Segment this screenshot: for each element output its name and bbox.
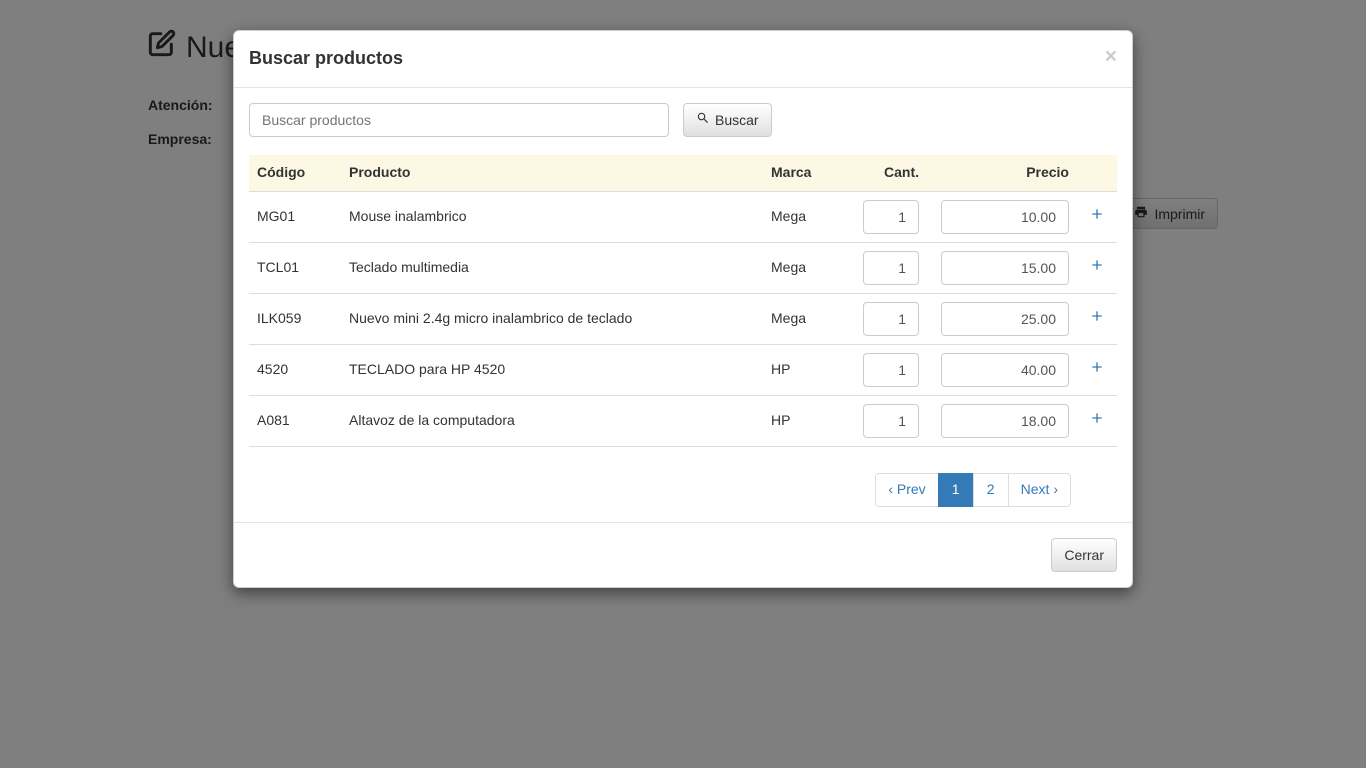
add-product-button[interactable]: [1085, 206, 1109, 228]
modal-footer: Cerrar: [234, 522, 1132, 587]
close-icon[interactable]: ×: [1105, 46, 1117, 67]
th-product: Producto: [341, 155, 763, 191]
add-product-button[interactable]: [1085, 308, 1109, 330]
add-product-button[interactable]: [1085, 359, 1109, 381]
cell-brand: Mega: [763, 293, 847, 344]
cell-product: Nuevo mini 2.4g micro inalambrico de tec…: [341, 293, 763, 344]
cell-code: A081: [249, 395, 341, 446]
search-row: Buscar: [249, 103, 1117, 137]
quantity-input[interactable]: [863, 251, 919, 285]
cell-brand: Mega: [763, 242, 847, 293]
price-input[interactable]: [941, 353, 1069, 387]
th-price: Precio: [927, 155, 1077, 191]
price-input[interactable]: [941, 302, 1069, 336]
quantity-input[interactable]: [863, 200, 919, 234]
quantity-input[interactable]: [863, 353, 919, 387]
modal-dialog: Buscar productos × Buscar Código Product…: [233, 30, 1133, 588]
page-active[interactable]: 1: [938, 473, 974, 507]
table-row: MG01Mouse inalambricoMega: [249, 191, 1117, 242]
quantity-input[interactable]: [863, 404, 919, 438]
modal-body: Buscar Código Producto Marca Cant. Preci…: [234, 88, 1132, 522]
cell-code: MG01: [249, 191, 341, 242]
plus-icon: [1089, 257, 1105, 278]
cell-product: Altavoz de la computadora: [341, 395, 763, 446]
pagination: ‹ Prev12Next ›: [249, 473, 1117, 507]
cell-code: ILK059: [249, 293, 341, 344]
page-next[interactable]: Next ›: [1008, 473, 1071, 507]
table-row: 4520TECLADO para HP 4520HP: [249, 344, 1117, 395]
products-table: Código Producto Marca Cant. Precio MG01M…: [249, 155, 1117, 447]
cell-product: Teclado multimedia: [341, 242, 763, 293]
cell-product: TECLADO para HP 4520: [341, 344, 763, 395]
search-icon: [696, 111, 710, 128]
modal-header: Buscar productos ×: [234, 31, 1132, 88]
th-brand: Marca: [763, 155, 847, 191]
modal-title: Buscar productos: [249, 46, 1117, 72]
search-button-label: Buscar: [715, 112, 759, 128]
plus-icon: [1089, 410, 1105, 431]
page-2[interactable]: 2: [973, 473, 1009, 507]
search-button[interactable]: Buscar: [683, 103, 772, 137]
close-button[interactable]: Cerrar: [1051, 538, 1117, 572]
cell-code: 4520: [249, 344, 341, 395]
cell-brand: Mega: [763, 191, 847, 242]
add-product-button[interactable]: [1085, 257, 1109, 279]
cell-brand: HP: [763, 344, 847, 395]
table-row: A081Altavoz de la computadoraHP: [249, 395, 1117, 446]
th-code: Código: [249, 155, 341, 191]
price-input[interactable]: [941, 251, 1069, 285]
quantity-input[interactable]: [863, 302, 919, 336]
table-row: TCL01Teclado multimediaMega: [249, 242, 1117, 293]
cell-brand: HP: [763, 395, 847, 446]
page-prev[interactable]: ‹ Prev: [875, 473, 938, 507]
search-input[interactable]: [249, 103, 669, 137]
table-row: ILK059Nuevo mini 2.4g micro inalambrico …: [249, 293, 1117, 344]
plus-icon: [1089, 308, 1105, 329]
plus-icon: [1089, 359, 1105, 380]
price-input[interactable]: [941, 200, 1069, 234]
price-input[interactable]: [941, 404, 1069, 438]
cell-code: TCL01: [249, 242, 341, 293]
add-product-button[interactable]: [1085, 410, 1109, 432]
plus-icon: [1089, 206, 1105, 227]
cell-product: Mouse inalambrico: [341, 191, 763, 242]
modal-content: Buscar productos × Buscar Código Product…: [233, 30, 1133, 588]
th-qty: Cant.: [847, 155, 927, 191]
